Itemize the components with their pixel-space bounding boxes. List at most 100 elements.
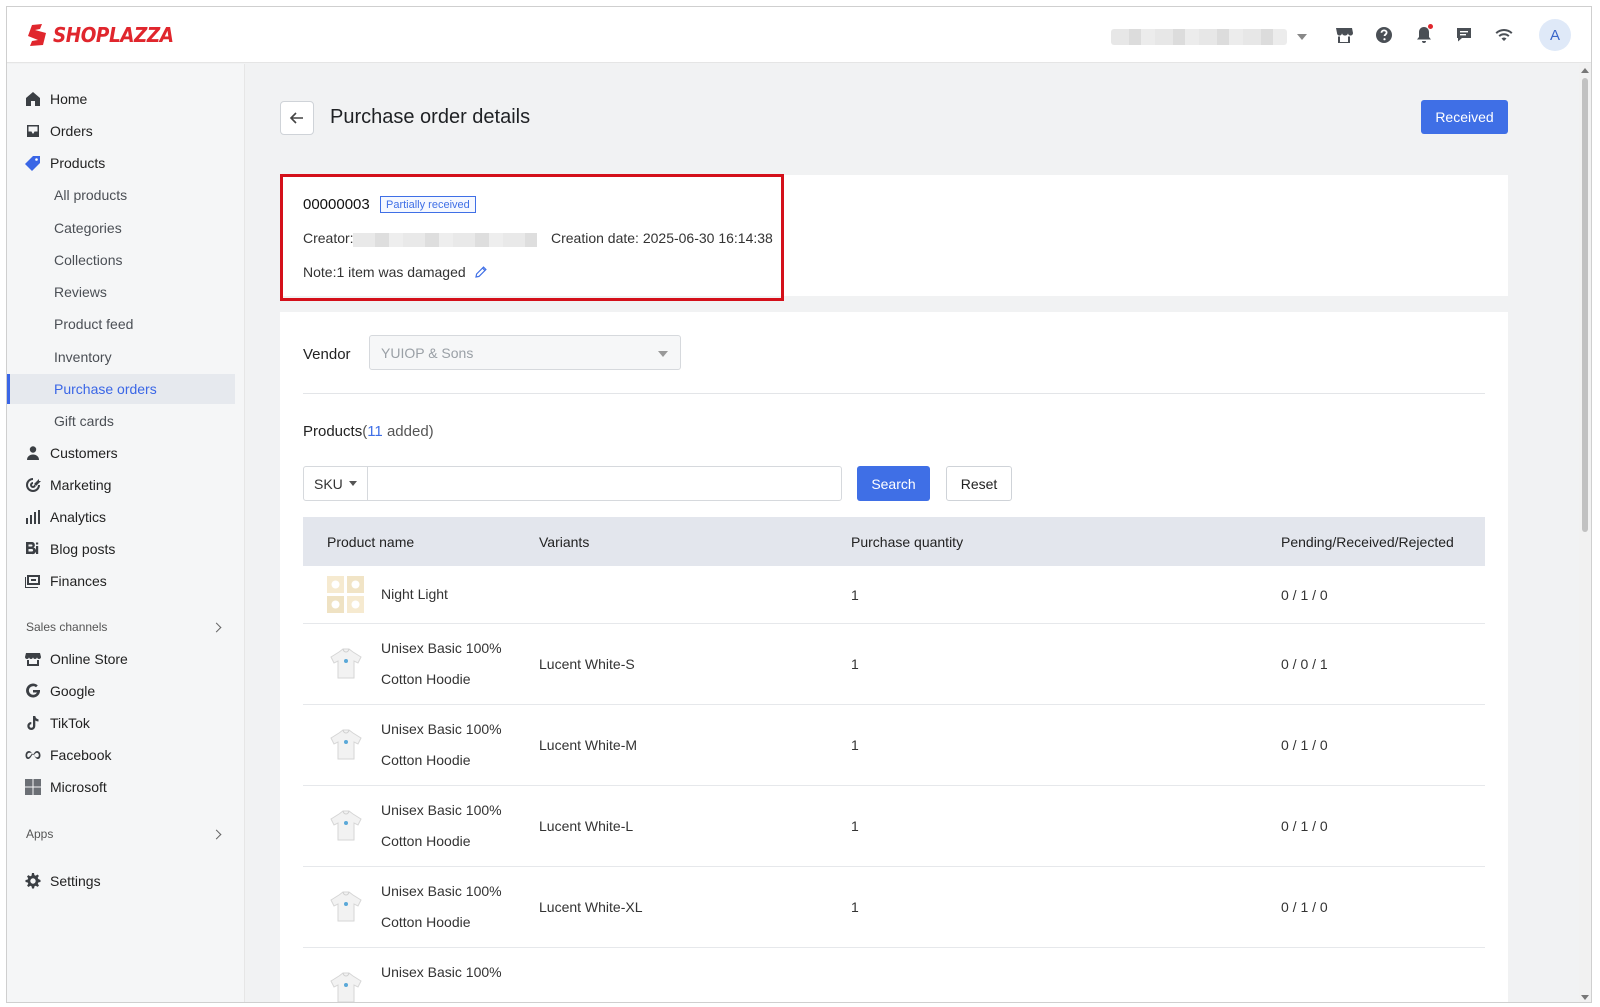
- scroll-up-arrow-icon[interactable]: [1581, 68, 1589, 73]
- divider: [303, 393, 1485, 394]
- scroll-down-arrow-icon[interactable]: [1581, 995, 1589, 1000]
- table-row[interactable]: Unisex Basic 100% Cotton Hoodie Lucent W…: [303, 786, 1485, 867]
- variant: Lucent White-XL: [539, 899, 643, 915]
- sidebar-subitem-inventory[interactable]: Inventory: [7, 342, 235, 372]
- scrollbar[interactable]: [1579, 64, 1591, 1002]
- back-button[interactable]: [280, 101, 314, 135]
- google-icon: [24, 682, 42, 700]
- purchase-quantity: 1: [851, 818, 859, 834]
- vendor-value: YUIOP & Sons: [381, 344, 474, 361]
- sidebar-subitem-reviews[interactable]: Reviews: [7, 277, 235, 307]
- table-row[interactable]: Unisex Basic 100%: [303, 948, 1485, 1002]
- meta-icon: [24, 746, 42, 764]
- sidebar-item-microsoft[interactable]: Microsoft: [7, 772, 235, 802]
- help-icon[interactable]: [1372, 23, 1396, 47]
- table-row[interactable]: Night Light 1 0 / 1 / 0: [303, 566, 1485, 624]
- purchase-quantity: 1: [851, 656, 859, 672]
- sidebar-item-label: Facebook: [50, 747, 112, 763]
- table-header: Product name Variants Purchase quantity …: [303, 517, 1485, 566]
- page-title: Purchase order details: [330, 106, 531, 128]
- sidebar-item-analytics[interactable]: Analytics: [7, 502, 235, 532]
- sidebar-item-label: Customers: [50, 445, 118, 461]
- product-name-line2: Cotton Hoodie: [381, 671, 471, 687]
- tiktok-icon: [24, 714, 42, 732]
- shoplazza-logo[interactable]: SHOPLAZZA: [26, 21, 184, 49]
- product-thumbnail-hoodie: [330, 648, 362, 679]
- top-bar: SHOPLAZZA A: [7, 7, 1591, 63]
- column-header-variants: Variants: [539, 533, 590, 550]
- sidebar-item-blog-posts[interactable]: Blog posts: [7, 534, 235, 564]
- purchase-quantity: 1: [851, 899, 859, 915]
- search-button[interactable]: Search: [857, 466, 930, 501]
- sidebar-subitem-label: All products: [54, 187, 128, 203]
- chevron-right-icon: [211, 829, 222, 839]
- product-name: Night Light: [381, 586, 448, 602]
- store-icon: [24, 650, 42, 668]
- sidebar-subitem-label: Product feed: [54, 316, 134, 332]
- chat-icon[interactable]: [1452, 23, 1476, 47]
- product-thumbnail-hoodie: [330, 729, 362, 760]
- sidebar-subitem-product-feed[interactable]: Product feed: [7, 309, 235, 339]
- sidebar-item-online-store[interactable]: Online Store: [7, 644, 235, 674]
- wifi-icon[interactable]: [1492, 23, 1516, 47]
- sales-channels-header[interactable]: Sales channels: [26, 620, 226, 634]
- sidebar-item-label: Home: [50, 91, 88, 107]
- bell-icon[interactable]: [1412, 23, 1436, 47]
- chevron-down-icon: [348, 481, 357, 486]
- table-row[interactable]: Unisex Basic 100% Cotton Hoodie Lucent W…: [303, 867, 1485, 948]
- sidebar-item-tiktok[interactable]: TikTok: [7, 708, 235, 738]
- sidebar-item-home[interactable]: Home: [7, 84, 235, 114]
- store-switcher[interactable]: [1111, 26, 1311, 48]
- sidebar-item-orders[interactable]: Orders: [7, 116, 235, 146]
- sidebar-subitem-collections[interactable]: Collections: [7, 245, 235, 275]
- table-row[interactable]: Unisex Basic 100% Cotton Hoodie Lucent W…: [303, 624, 1485, 705]
- sidebar-subitem-label: Categories: [54, 220, 122, 236]
- sidebar-item-marketing[interactable]: Marketing: [7, 470, 235, 500]
- table-row[interactable]: Unisex Basic 100% Cotton Hoodie Lucent W…: [303, 705, 1485, 786]
- sidebar-item-customers[interactable]: Customers: [7, 438, 235, 468]
- store-icon[interactable]: [1332, 23, 1356, 47]
- sidebar-item-products[interactable]: Products: [7, 148, 235, 178]
- received-button[interactable]: Received: [1421, 100, 1508, 134]
- sidebar-subitem-gift-cards[interactable]: Gift cards: [7, 406, 235, 436]
- product-name-line1: Unisex Basic 100%: [381, 964, 502, 980]
- column-header-status: Pending/Received/Rejected: [1281, 533, 1454, 550]
- app-window: SHOPLAZZA A Home Orders Products All pro…: [6, 6, 1592, 1003]
- apps-header[interactable]: Apps: [26, 827, 226, 841]
- target-icon: [24, 476, 42, 494]
- sidebar-item-label: Analytics: [50, 509, 107, 525]
- avatar[interactable]: A: [1539, 19, 1571, 51]
- sidebar-subitem-categories[interactable]: Categories: [7, 213, 235, 243]
- tag-icon: [24, 154, 42, 172]
- sidebar-item-finances[interactable]: Finances: [7, 566, 235, 596]
- edit-icon[interactable]: [474, 265, 488, 279]
- vendor-select[interactable]: YUIOP & Sons: [369, 335, 681, 370]
- creator-name-redacted: [353, 233, 537, 247]
- sidebar-item-settings[interactable]: Settings: [7, 866, 235, 896]
- search-field-select[interactable]: SKU: [303, 466, 368, 501]
- sidebar-subitem-all-products[interactable]: All products: [7, 180, 235, 210]
- column-header-product-name: Product name: [327, 533, 415, 550]
- order-note: Note:1 item was damaged: [303, 264, 488, 280]
- product-name-line2: Cotton Hoodie: [381, 914, 471, 930]
- store-name-redacted: [1111, 29, 1287, 45]
- pending-received-rejected: 0 / 0 / 1: [1281, 656, 1328, 672]
- products-count-suffix: added): [382, 423, 434, 440]
- product-name-line1: Unisex Basic 100%: [381, 883, 502, 899]
- search-input[interactable]: [367, 466, 842, 501]
- sidebar-subitem-purchase-orders[interactable]: Purchase orders: [7, 374, 235, 404]
- inbox-icon: [24, 122, 42, 140]
- products-heading-label: Products: [303, 423, 363, 440]
- chevron-down-icon: [658, 351, 668, 357]
- product-thumbnail-hoodie: [330, 972, 362, 1002]
- sidebar-item-google[interactable]: Google: [7, 676, 235, 706]
- arrow-left-icon: [289, 112, 303, 124]
- sidebar-item-facebook[interactable]: Facebook: [7, 740, 235, 770]
- scroll-thumb[interactable]: [1582, 78, 1588, 532]
- products-count: 11: [367, 423, 383, 440]
- pending-received-rejected: 0 / 1 / 0: [1281, 587, 1328, 603]
- reset-button[interactable]: Reset: [946, 466, 1012, 501]
- sidebar-subitem-label: Inventory: [54, 349, 112, 365]
- sidebar-subitem-label: Collections: [54, 252, 123, 268]
- creation-date: Creation date: 2025-06-30 16:14:38: [551, 230, 773, 246]
